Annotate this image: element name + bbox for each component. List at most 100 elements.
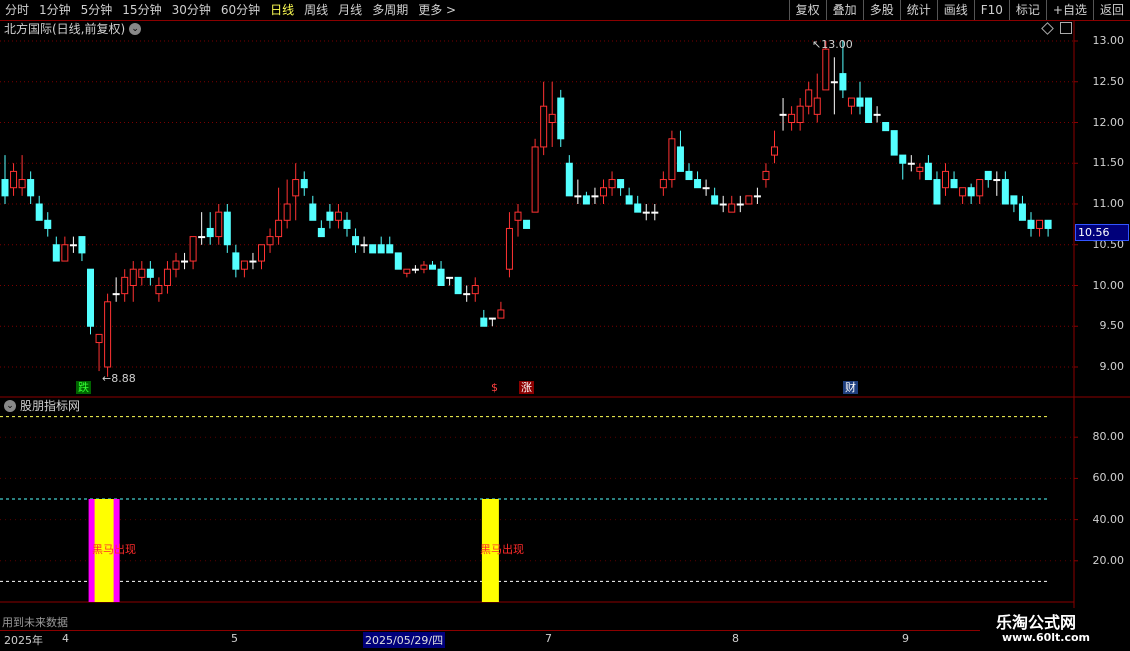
candle (275, 187, 283, 245)
candle (719, 195, 727, 213)
signal-label: 黑马出现 (480, 543, 524, 556)
month-label: 5 (231, 632, 238, 645)
candle (1010, 195, 1018, 213)
candle (745, 195, 753, 205)
candle (146, 261, 154, 286)
candle (104, 293, 112, 377)
chevron-down-icon[interactable]: ⌄ (129, 23, 142, 35)
candle (574, 179, 582, 204)
period-tab[interactable]: 60分钟 (216, 0, 265, 20)
candle (163, 261, 171, 294)
candle (223, 204, 231, 253)
toolbar-action-button[interactable]: 返回 (1092, 0, 1130, 20)
candle (129, 261, 137, 302)
period-tab[interactable]: 多周期 (367, 0, 413, 20)
toolbar-action-button[interactable]: 统计 (899, 0, 937, 20)
candle (557, 89, 565, 147)
toolbar-action-button[interactable]: 复权 (788, 0, 826, 20)
candle (924, 155, 932, 181)
candle (805, 81, 813, 115)
candle (505, 212, 513, 278)
period-tab[interactable]: 更多 > (413, 0, 461, 20)
period-tab[interactable]: 周线 (299, 0, 333, 20)
period-tab[interactable]: 30分钟 (167, 0, 216, 20)
candle (10, 163, 18, 196)
candle (591, 187, 599, 204)
candle (933, 171, 941, 205)
signal-label: 黑马出现 (92, 543, 136, 556)
toolbar-action-button[interactable]: 叠加 (825, 0, 863, 20)
left-arrow-icon: ↖ (812, 38, 822, 51)
candle (676, 130, 684, 172)
month-label: 9 (902, 632, 909, 645)
candle (625, 187, 633, 205)
candle (155, 277, 163, 302)
candle (112, 277, 120, 302)
year-label: 2025年 (4, 634, 43, 647)
candle (540, 81, 548, 156)
indicator-title: 股朋指标网 (20, 399, 81, 413)
candle (993, 171, 1001, 196)
toolbar-action-button[interactable]: F10 (973, 0, 1009, 20)
marker-finance[interactable]: 财 (843, 381, 858, 394)
selected-date[interactable]: 2025/05/29/四 (363, 632, 446, 648)
marker-rise[interactable]: 涨 (519, 381, 534, 394)
chevron-down-icon[interactable]: ⌄ (4, 400, 16, 412)
candle (856, 81, 864, 115)
candle (736, 195, 744, 213)
candle (95, 333, 103, 372)
candle (446, 276, 454, 286)
date-axis (0, 630, 1130, 651)
maximize-icon[interactable] (1060, 22, 1072, 34)
candle (69, 236, 77, 253)
candle (266, 228, 274, 253)
chart-title-bar: 北方国际(日线,前复权) ⌄ (4, 21, 142, 37)
candle (1036, 219, 1044, 237)
period-tab[interactable]: 1分钟 (34, 0, 76, 20)
toolbar-action-button[interactable]: 多股 (862, 0, 900, 20)
candle (847, 97, 855, 115)
candle (44, 212, 52, 237)
period-tab[interactable]: 5分钟 (76, 0, 118, 20)
stock-title: 北方国际(日线,前复权) (4, 22, 126, 36)
candle (711, 187, 719, 205)
candle (865, 97, 873, 124)
toolbar-action-button[interactable]: 画线 (936, 0, 974, 20)
marker-fall[interactable]: 跌 (76, 381, 91, 394)
candle (198, 212, 206, 245)
candle (771, 130, 778, 164)
candle (582, 191, 590, 205)
marker-dollar[interactable]: $ (489, 381, 500, 394)
candle (1001, 171, 1009, 205)
period-tab[interactable]: 15分钟 (117, 0, 166, 20)
candle (796, 98, 804, 131)
period-tab[interactable]: 月线 (333, 0, 367, 20)
kline-chart[interactable] (0, 0, 1130, 650)
candle (899, 154, 907, 180)
candle (429, 261, 436, 270)
candle (411, 265, 419, 274)
candle (779, 98, 787, 131)
diamond-icon[interactable] (1041, 22, 1054, 35)
candle (27, 171, 35, 204)
candle (206, 212, 214, 245)
indicator-tick-label: 60.00 (1092, 471, 1125, 485)
candle (138, 261, 146, 286)
candle (950, 171, 958, 189)
price-tick-label: 13.00 (1092, 34, 1125, 47)
candle (309, 195, 317, 221)
toolbar-action-button[interactable]: 标记 (1008, 0, 1046, 20)
candle (172, 252, 180, 278)
price-tick-label: 11.50 (1092, 156, 1125, 170)
toolbar-action-button[interactable]: +自选 (1045, 0, 1093, 20)
watermark-url: www.60lt.com (1002, 631, 1091, 644)
candle (813, 73, 821, 123)
period-toolbar: 分时 1分钟 5分钟 15分钟 30分钟 60分钟 日线 周线 月线 多周期 更多 > 复权 叠加 多股… (0, 0, 1130, 21)
left-arrow-icon: ← (102, 372, 112, 385)
candle (121, 269, 129, 302)
action-buttons: 复权 叠加 多股 统计 画线 F10 标记 +自选 返回 (788, 0, 1130, 20)
period-tab[interactable]: 分时 (0, 0, 34, 20)
period-tab[interactable]: 日线 (265, 0, 299, 20)
candle (617, 179, 625, 196)
period-tabs: 分时 1分钟 5分钟 15分钟 30分钟 60分钟 日线 周线 月线 多周期 更多 > (0, 0, 461, 20)
